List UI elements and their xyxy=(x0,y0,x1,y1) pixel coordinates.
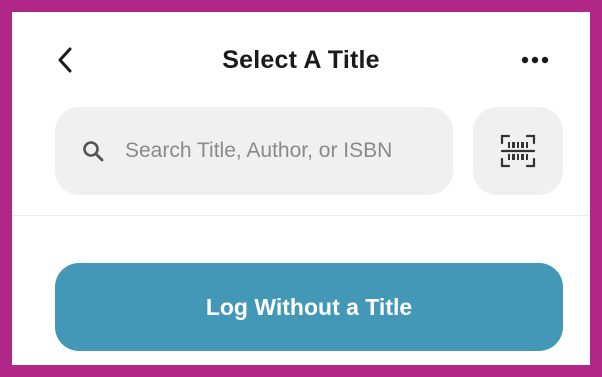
header-bar: Select A Title xyxy=(12,34,590,86)
screen-frame: Select A Title Search Title, Author, or … xyxy=(0,0,602,377)
page-title: Select A Title xyxy=(222,46,380,74)
section-divider xyxy=(12,215,590,216)
barcode-scan-button[interactable] xyxy=(473,107,563,195)
search-field[interactable] xyxy=(55,107,453,195)
search-row xyxy=(55,107,565,195)
more-horizontal-icon xyxy=(521,56,549,64)
more-options-button[interactable] xyxy=(518,46,552,74)
search-input[interactable] xyxy=(125,131,425,171)
search-icon xyxy=(81,139,105,163)
log-without-title-button[interactable]: Log Without a Title xyxy=(55,263,563,351)
barcode-scan-icon xyxy=(500,134,536,168)
